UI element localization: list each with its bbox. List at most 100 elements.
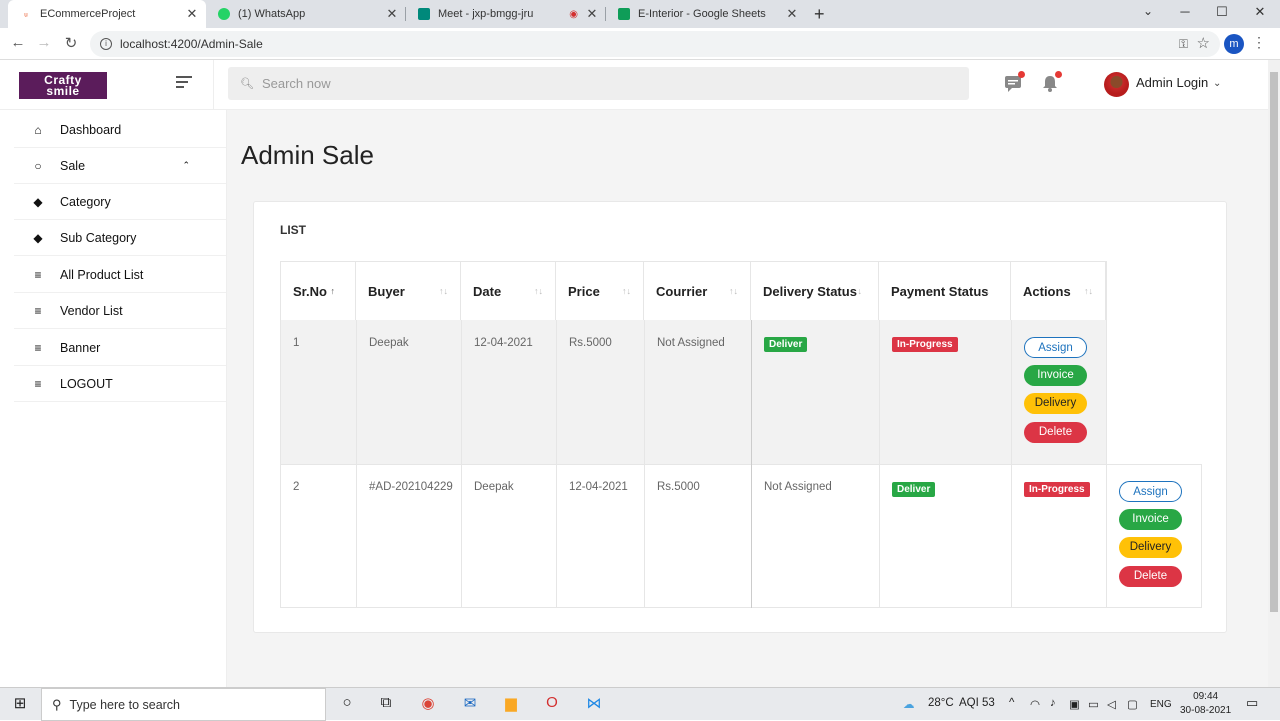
forward-icon[interactable]: →: [34, 34, 54, 51]
weather-temp[interactable]: 28°C: [928, 697, 954, 709]
column-header-price[interactable]: Price ↑↓: [556, 261, 644, 320]
bookmark-star-icon[interactable]: ☆: [1197, 34, 1210, 52]
reload-icon[interactable]: ↻: [61, 34, 81, 52]
sales-list-card: LIST Sr.No ↑ Buyer ↑↓ Date ↑↓ Price ↑↓ Courr…: [253, 201, 1227, 633]
tab-sheets[interactable]: E-Interior - Google Sheets ✕: [606, 0, 806, 28]
clock-time: 09:44: [1193, 691, 1219, 702]
sidebar-item-vendor-list[interactable]: ≡ Vendor List: [14, 293, 226, 329]
sidebar-item-logout[interactable]: ≡ LOGOUT: [14, 366, 226, 402]
page-scrollbar[interactable]: [1268, 60, 1280, 687]
close-tab-icon[interactable]: ✕: [384, 6, 400, 22]
close-tab-icon[interactable]: ✕: [784, 6, 800, 22]
sidebar-item-category[interactable]: ◆ Category: [14, 184, 226, 220]
delivery-button[interactable]: Delivery: [1024, 393, 1087, 414]
volume-icon[interactable]: ◁: [1107, 697, 1116, 711]
meet-tray-icon[interactable]: ▣: [1069, 697, 1080, 711]
notifications-icon[interactable]: ▭: [1246, 695, 1258, 711]
header-label: Courrier: [656, 283, 708, 299]
address-bar-row: ← → ↻ i localhost:4200/Admin-Sale ⚿ ☆ m …: [0, 28, 1280, 60]
messages-icon[interactable]: [1004, 71, 1025, 92]
weather-icon[interactable]: ☁: [903, 697, 915, 711]
tab-search-icon[interactable]: ⌄: [1133, 4, 1163, 18]
invoice-button[interactable]: Invoice: [1024, 365, 1087, 386]
display-icon[interactable]: ▢: [1127, 697, 1138, 711]
url-field[interactable]: i localhost:4200/Admin-Sale: [90, 31, 1220, 57]
column-header-actions[interactable]: Actions ↑↓: [1011, 261, 1106, 320]
search-input[interactable]: 🔍︎ Search now: [228, 67, 969, 100]
column-header-courrier[interactable]: Courrier ↑↓: [644, 261, 751, 320]
key-icon[interactable]: ⚿: [1179, 37, 1188, 52]
delete-button[interactable]: Delete: [1119, 566, 1182, 587]
brand-logo[interactable]: Crafty smile: [19, 72, 107, 99]
taskbar-search-input[interactable]: ⚲ Type here to search: [41, 688, 326, 721]
windows-start-icon[interactable]: ⊞: [9, 694, 31, 714]
scrollbar-thumb[interactable]: [1270, 72, 1278, 612]
close-tab-icon[interactable]: ✕: [584, 6, 600, 22]
menu-kebab-icon[interactable]: ⋮: [1252, 34, 1266, 51]
sidebar-item-sale[interactable]: ○ Sale ⌃: [14, 148, 226, 184]
card-title: LIST: [280, 223, 306, 237]
tab-title: E-Interior - Google Sheets: [638, 8, 766, 20]
new-tab-icon[interactable]: +: [814, 4, 825, 25]
sidebar-item-banner[interactable]: ≡ Banner: [14, 330, 226, 366]
menu-toggle-icon[interactable]: [176, 76, 192, 91]
invoice-button[interactable]: Invoice: [1119, 509, 1182, 530]
sort-icon: ↑↓: [1084, 286, 1093, 296]
minimize-icon[interactable]: ─: [1170, 4, 1200, 19]
delivery-button[interactable]: Delivery: [1119, 537, 1182, 558]
chevron-down-icon[interactable]: ⌄: [1213, 78, 1221, 89]
cell-srno: 2: [293, 481, 300, 493]
sidebar-item-label: LOGOUT: [60, 376, 113, 391]
column-header-srno[interactable]: Sr.No ↑: [280, 261, 356, 320]
delete-button[interactable]: Delete: [1024, 422, 1087, 443]
assign-button[interactable]: Assign: [1119, 481, 1182, 502]
sidebar-item-sub-category[interactable]: ◆ Sub Category: [14, 220, 226, 256]
microphone-icon[interactable]: ♪: [1050, 697, 1056, 709]
sort-icon: ↑↓: [439, 286, 448, 296]
sort-icon: ↓: [985, 286, 991, 296]
tray-chevron-icon[interactable]: ^: [1009, 697, 1014, 709]
tab-whatsapp[interactable]: (1) WhatsApp ✕: [206, 0, 406, 28]
language-indicator[interactable]: ENG: [1150, 699, 1172, 710]
weather-aqi[interactable]: AQI 53: [959, 697, 995, 709]
user-avatar[interactable]: [1104, 72, 1129, 97]
close-tab-icon[interactable]: ✕: [184, 6, 200, 22]
cortana-icon[interactable]: ○: [336, 694, 358, 714]
sidebar-item-label: Banner: [60, 340, 101, 355]
info-icon[interactable]: i: [100, 38, 112, 50]
payment-status-badge: In-Progress: [1024, 482, 1090, 497]
sort-icon: ↑↓: [622, 286, 631, 296]
payment-status-badge: In-Progress: [892, 337, 958, 352]
table-row: 2 #AD-202104229 Deepak 12-04-2021 Rs.500…: [280, 464, 1202, 608]
tab-ecommerce[interactable]: ᵤ ECommerceProject ✕: [8, 0, 206, 28]
file-explorer-icon[interactable]: ▆: [500, 694, 522, 714]
column-header-date[interactable]: Date ↑↓: [461, 261, 556, 320]
column-header-delivery-status[interactable]: Delivery Status ↓: [751, 261, 879, 320]
clock[interactable]: 09:44 30-08-2021: [1180, 690, 1231, 718]
mail-icon[interactable]: ✉: [459, 694, 481, 714]
battery-icon[interactable]: ▭: [1088, 697, 1099, 711]
search-icon: ⚲: [52, 696, 62, 712]
vscode-icon[interactable]: ⋈: [583, 694, 605, 714]
maximize-icon[interactable]: ☐: [1207, 4, 1237, 20]
column-header-buyer[interactable]: Buyer ↑↓: [356, 261, 461, 320]
close-window-icon[interactable]: ✕: [1245, 4, 1275, 20]
task-view-icon[interactable]: ⧉: [375, 694, 397, 714]
sidebar-item-all-product-list[interactable]: ≡ All Product List: [14, 257, 226, 293]
table-row: 1 Deepak 12-04-2021 Rs.5000 Not Assigned…: [280, 320, 1106, 464]
column-header-payment-status[interactable]: Payment Status ↓: [879, 261, 1011, 320]
list-icon: ≡: [34, 303, 42, 318]
chrome-icon[interactable]: ◉: [417, 694, 439, 714]
opera-icon[interactable]: O: [541, 694, 563, 714]
network-icon[interactable]: ◠: [1030, 697, 1040, 711]
back-icon[interactable]: ←: [8, 34, 28, 51]
tab-meet[interactable]: Meet - jxp-bmgg-jru ◉ ✕: [406, 0, 606, 28]
cell-price: Rs.5000: [657, 481, 700, 493]
assign-button[interactable]: Assign: [1024, 337, 1087, 358]
notification-bell-icon[interactable]: [1041, 71, 1062, 92]
header-label: Date: [473, 283, 502, 299]
sidebar-item-dashboard[interactable]: ⌂ Dashboard: [14, 112, 226, 148]
user-menu-label[interactable]: Admin Login: [1136, 75, 1208, 90]
header-label: Price: [568, 283, 600, 299]
profile-avatar[interactable]: m: [1224, 34, 1244, 54]
